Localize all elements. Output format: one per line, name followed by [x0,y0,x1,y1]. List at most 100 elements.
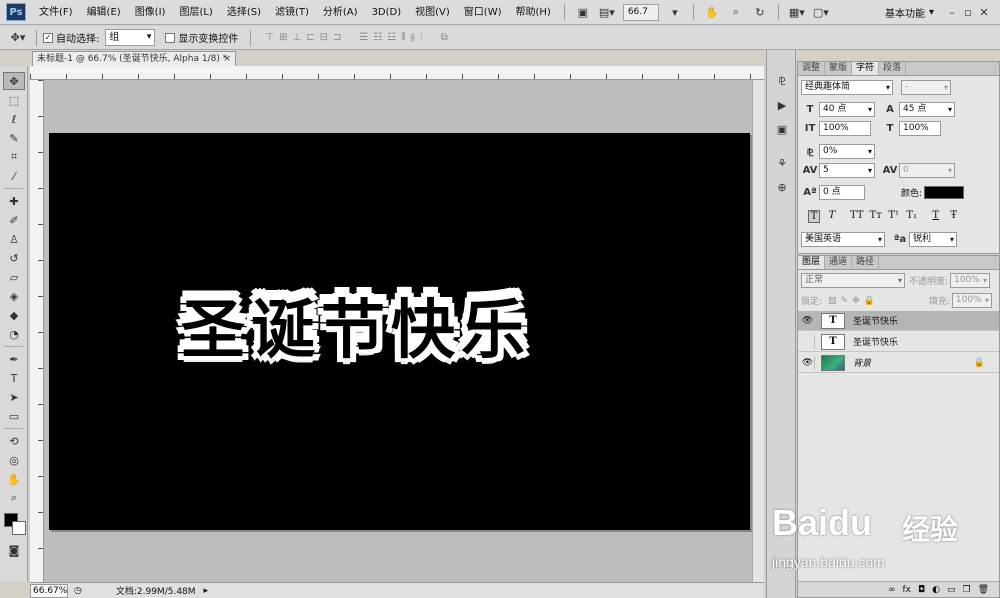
paint-bucket-tool-icon[interactable]: ◈ [3,287,25,305]
clone-source-panel-icon[interactable]: ⚘ [771,154,793,172]
marquee-tool-icon[interactable]: ⬚ [3,91,25,109]
font-family-select[interactable]: 经典趣体简 [801,80,893,95]
superscript-button[interactable]: T¹ [888,210,900,223]
zoom-dropdown-icon[interactable]: ▾ [665,3,685,22]
lasso-tool-icon[interactable]: ℓ [3,110,25,128]
leading-field[interactable]: 45 点 [899,102,955,117]
minimize-icon[interactable]: – [944,5,960,20]
adjustment-layer-icon[interactable]: ◐ [932,585,940,595]
font-size-field[interactable]: 40 点 [819,102,875,117]
shape-tool-icon[interactable]: ▭ [3,407,25,425]
path-select-tool-icon[interactable]: ➤ [3,388,25,406]
pen-tool-icon[interactable]: ✒ [3,350,25,368]
tab-paragraph[interactable]: 段落 [879,62,907,75]
faux-bold-button[interactable]: T [808,210,820,223]
distribute-left-icon[interactable]: ⫴ [401,32,405,43]
history-panel-icon[interactable]: ⅊ [771,72,793,90]
small-caps-button[interactable]: Tт [870,210,882,223]
align-top-icon[interactable]: ⊤ [265,32,274,43]
vertical-scrollbar[interactable] [752,80,764,582]
layer-row[interactable]: 👁 T 圣诞节快乐 [798,311,999,331]
align-right-icon[interactable]: ⊐ [333,32,341,43]
move-tool-icon[interactable]: ✥ [3,72,25,90]
zoom-level-field[interactable]: 66.7 [622,3,659,21]
auto-select-checkbox[interactable]: ✓ [43,32,53,43]
opacity-field[interactable]: 100% [950,273,991,288]
menu-help[interactable]: 帮助(H) [509,0,558,25]
clone-stamp-tool-icon[interactable]: ♙ [3,230,25,248]
dodge-tool-icon[interactable]: ◔ [3,325,25,343]
lock-all-icon[interactable]: 🔒 [864,296,875,306]
horizontal-scale-field[interactable]: 100% [899,121,941,136]
font-style-select[interactable]: - [901,80,951,95]
view-extras-icon[interactable]: ▤▾ [597,3,617,22]
rotate-view-icon[interactable]: ↻ [750,3,770,22]
blur-tool-icon[interactable]: ◆ [3,306,25,324]
auto-align-icon[interactable]: ⧉ [441,32,448,43]
vertical-scale-field[interactable]: 100% [819,121,871,136]
align-left-icon[interactable]: ⊏ [306,32,314,43]
align-bottom-icon[interactable]: ⊥ [292,32,301,43]
tab-channels[interactable]: 通道 [825,256,853,269]
baseline-shift-field[interactable]: 0 点 [819,185,865,200]
close-icon[interactable]: ✕ [976,5,992,20]
tab-character[interactable]: 字符 [852,62,880,75]
delete-layer-icon[interactable]: 🗑 [978,585,989,595]
swatches-panel-icon[interactable]: ▣ [771,120,793,138]
menu-image[interactable]: 图像(I) [128,0,173,25]
history-brush-tool-icon[interactable]: ↺ [3,249,25,267]
hand-tool-icon[interactable]: ✋ [702,3,722,22]
menu-filter[interactable]: 滤镜(T) [268,0,316,25]
lock-image-icon[interactable]: ✎ [841,296,849,306]
all-caps-button[interactable]: TT [850,210,864,223]
tab-masks[interactable]: 蒙版 [825,62,853,75]
language-select[interactable]: 美国英语 [801,232,885,247]
align-vcenter-icon[interactable]: ⊞ [279,32,287,43]
eye-hidden-icon[interactable] [801,334,815,349]
close-document-icon[interactable]: × [223,52,231,66]
eyedropper-tool-icon[interactable]: ⁄ [3,167,25,185]
auto-select-option[interactable]: ✓ 自动选择: [43,30,99,45]
tab-layers[interactable]: 图层 [798,256,826,269]
eraser-tool-icon[interactable]: ▱ [3,268,25,286]
eye-icon[interactable]: 👁 [801,313,815,328]
tab-adjustments[interactable]: 调整 [798,62,826,75]
lock-transparent-icon[interactable]: ▧ [828,296,837,306]
move-tool-preset-icon[interactable]: ✥▾ [8,28,28,47]
status-info-icon[interactable]: ◷ [74,586,82,596]
underline-button[interactable]: T [930,210,942,223]
arrange-documents-icon[interactable]: ▦▾ [787,3,807,22]
workspace-switcher[interactable]: 基本功能 ▾ – ▫ ✕ [885,3,992,22]
tracking-field[interactable]: 5 [819,163,875,178]
layer-mask-icon[interactable]: ◘ [918,585,925,595]
lock-position-icon[interactable]: ✥ [852,296,860,306]
menu-edit[interactable]: 编辑(E) [80,0,128,25]
antialias-select[interactable]: 锐利 [909,232,957,247]
brush-tool-icon[interactable]: ✐ [3,211,25,229]
document-canvas[interactable]: 圣诞节快乐 [49,133,750,530]
distribute-top-icon[interactable]: ☰ [359,32,368,43]
kerning-field[interactable]: 0 [899,163,955,178]
eye-icon[interactable]: 👁 [801,355,815,370]
hand-tool-icon[interactable]: ✋ [3,470,25,488]
show-transform-option[interactable]: 显示变换控件 [165,30,238,45]
tab-paths[interactable]: 路径 [852,256,880,269]
faux-italic-button[interactable]: T [826,210,838,223]
distribute-hcenter-icon[interactable]: ⫵ [410,32,415,43]
zoom-tool-icon[interactable]: ⌕ [726,3,746,22]
status-menu-icon[interactable]: ▸ [204,586,209,596]
menu-file[interactable]: 文件(F) [32,0,80,25]
distribute-right-icon[interactable]: ⫶ [420,32,423,43]
zoom-tool-icon[interactable]: ⌕ [3,489,25,507]
horizontal-ruler[interactable] [30,66,764,80]
tsume-field[interactable]: 0% [819,144,875,159]
fill-field[interactable]: 100% [951,293,992,308]
status-zoom-field[interactable]: 66.67% [30,583,68,598]
menu-3d[interactable]: 3D(D) [365,0,409,25]
strikethrough-button[interactable]: Ŧ [948,210,960,223]
document-tab[interactable]: 未标题-1 @ 66.7% (圣诞节快乐, Alpha 1/8) * × [32,51,236,66]
new-layer-icon[interactable]: ❐ [962,585,970,595]
bridge-icon[interactable]: ▣ [573,3,593,22]
menu-layer[interactable]: 图层(L) [172,0,219,25]
healing-brush-tool-icon[interactable]: ✚ [3,192,25,210]
